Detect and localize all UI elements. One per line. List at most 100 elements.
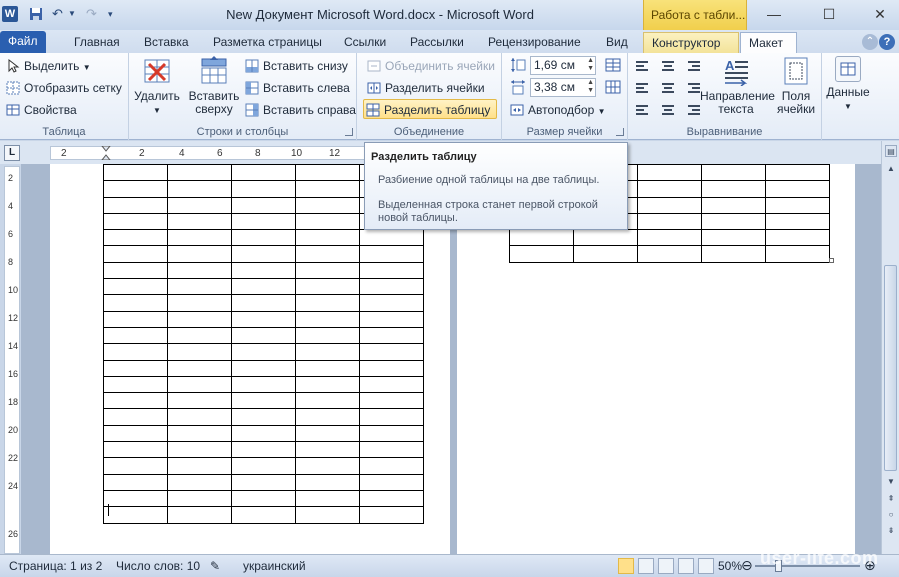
tab-page-layout[interactable]: Разметка страницы xyxy=(205,32,330,53)
tab-review[interactable]: Рецензирование xyxy=(480,32,589,53)
table-cell[interactable] xyxy=(295,261,360,280)
table-cell[interactable] xyxy=(359,229,424,247)
table-row[interactable] xyxy=(103,457,424,475)
collapse-ribbon-icon[interactable]: ⌃ xyxy=(862,34,878,50)
table-cell[interactable] xyxy=(167,164,232,182)
table-cell[interactable] xyxy=(103,408,168,426)
table-cell[interactable] xyxy=(295,164,360,182)
distribute-rows-icon[interactable] xyxy=(605,58,621,72)
table-cell[interactable] xyxy=(103,441,168,459)
table-cell[interactable] xyxy=(359,473,424,491)
table-cell[interactable] xyxy=(103,343,168,361)
tab-insert[interactable]: Вставка xyxy=(136,32,197,53)
table-cell[interactable] xyxy=(103,196,168,214)
table-row[interactable] xyxy=(103,392,424,410)
ruler-toggle-icon[interactable]: ▤ xyxy=(885,145,897,157)
align-middle-center-icon[interactable] xyxy=(660,81,676,95)
table-cell[interactable] xyxy=(701,229,766,247)
table-row[interactable] xyxy=(103,359,424,377)
select-button[interactable]: Выделить ▼ xyxy=(4,56,91,76)
table-cell[interactable] xyxy=(295,375,360,394)
data-button[interactable]: Данные ▼ xyxy=(824,56,872,113)
table-cell[interactable] xyxy=(167,229,232,247)
table-cell[interactable] xyxy=(359,294,424,312)
table-cell[interactable] xyxy=(231,343,296,361)
delete-button[interactable]: Удалить ▼ xyxy=(133,56,181,117)
align-middle-right-icon[interactable] xyxy=(684,81,700,95)
table-cell[interactable] xyxy=(637,196,702,214)
table-row[interactable] xyxy=(103,424,424,443)
close-button[interactable]: ✕ xyxy=(866,4,894,24)
table-cell[interactable] xyxy=(295,326,360,345)
table-cell[interactable] xyxy=(167,212,232,231)
row-height-input[interactable]: 1,69 см ▲ ▼ xyxy=(530,56,596,75)
table-cell[interactable] xyxy=(167,473,232,491)
table-cell[interactable] xyxy=(103,180,168,198)
table-cell[interactable] xyxy=(637,164,702,182)
scroll-up-icon[interactable]: ▲ xyxy=(885,163,897,175)
table-cell[interactable] xyxy=(231,489,296,508)
table-cell[interactable] xyxy=(103,489,168,508)
table-cell[interactable] xyxy=(167,489,232,508)
table-cell[interactable] xyxy=(231,457,296,475)
scroll-down-icon[interactable]: ▼ xyxy=(885,476,897,488)
table-cell[interactable] xyxy=(295,343,360,361)
table-cell[interactable] xyxy=(359,310,424,328)
table-row[interactable] xyxy=(103,375,424,394)
table-cell[interactable] xyxy=(637,229,702,247)
table-cell[interactable] xyxy=(359,343,424,361)
split-table-button[interactable]: Разделить таблицу xyxy=(363,99,498,119)
table-cell[interactable] xyxy=(295,441,360,459)
table-cell[interactable] xyxy=(359,375,424,394)
dialog-launcher-icon[interactable] xyxy=(345,128,353,136)
table-row[interactable] xyxy=(103,326,424,345)
table-cell[interactable] xyxy=(103,424,168,443)
table-cell[interactable] xyxy=(167,180,232,198)
table-cell[interactable] xyxy=(231,245,296,263)
table-cell[interactable] xyxy=(231,375,296,394)
language-indicator[interactable]: украинский xyxy=(243,559,306,573)
table-cell[interactable] xyxy=(167,278,232,296)
table-cell[interactable] xyxy=(765,212,830,231)
proofing-icon[interactable]: ✎ xyxy=(210,559,220,573)
tab-file[interactable]: Файл xyxy=(0,31,46,53)
tab-design[interactable]: Конструктор xyxy=(643,32,739,53)
table-cell[interactable] xyxy=(701,180,766,198)
table-row[interactable] xyxy=(103,278,424,296)
table-cell[interactable] xyxy=(231,196,296,214)
indent-marker-icon[interactable] xyxy=(100,145,112,161)
previous-page-icon[interactable]: ⇞ xyxy=(885,493,897,505)
table-cell[interactable] xyxy=(295,408,360,426)
table-cell[interactable] xyxy=(103,326,168,345)
table-cell[interactable] xyxy=(637,212,702,231)
help-icon[interactable]: ? xyxy=(879,34,895,50)
tab-view[interactable]: Вид xyxy=(598,32,636,53)
table-cell[interactable] xyxy=(231,408,296,426)
split-cells-button[interactable]: Разделить ячейки xyxy=(365,78,485,98)
table-cell[interactable] xyxy=(167,310,232,328)
properties-button[interactable]: Свойства xyxy=(4,100,77,120)
table-row[interactable] xyxy=(103,261,424,280)
table-cell[interactable] xyxy=(103,473,168,491)
table-cell[interactable] xyxy=(295,506,360,524)
align-bottom-left-icon[interactable] xyxy=(636,103,652,117)
table-cell[interactable] xyxy=(765,245,830,263)
table-cell[interactable] xyxy=(167,359,232,377)
table-cell[interactable] xyxy=(231,392,296,410)
spinner-arrows-icon[interactable]: ▲ ▼ xyxy=(587,79,594,95)
zoom-level[interactable]: 50% xyxy=(718,559,742,573)
vertical-ruler[interactable]: 2 4 6 8 10 12 14 16 18 20 22 24 26 xyxy=(4,166,20,554)
maximize-button[interactable]: ☐ xyxy=(815,4,843,24)
table-cell[interactable] xyxy=(103,294,168,312)
table-cell[interactable] xyxy=(295,473,360,491)
horizontal-ruler[interactable]: 2 2 4 6 8 10 12 xyxy=(50,145,380,161)
dialog-launcher-icon[interactable] xyxy=(616,128,624,136)
web-layout-view-icon[interactable] xyxy=(658,558,674,574)
table-cell[interactable] xyxy=(167,424,232,443)
table-cell[interactable] xyxy=(231,441,296,459)
column-width-input[interactable]: 3,38 см ▲ ▼ xyxy=(530,78,596,97)
table-cell[interactable] xyxy=(295,212,360,231)
cell-margins-button[interactable]: Поля ячейки xyxy=(774,56,818,116)
minimize-button[interactable]: — xyxy=(760,4,788,24)
table-cell[interactable] xyxy=(295,457,360,475)
